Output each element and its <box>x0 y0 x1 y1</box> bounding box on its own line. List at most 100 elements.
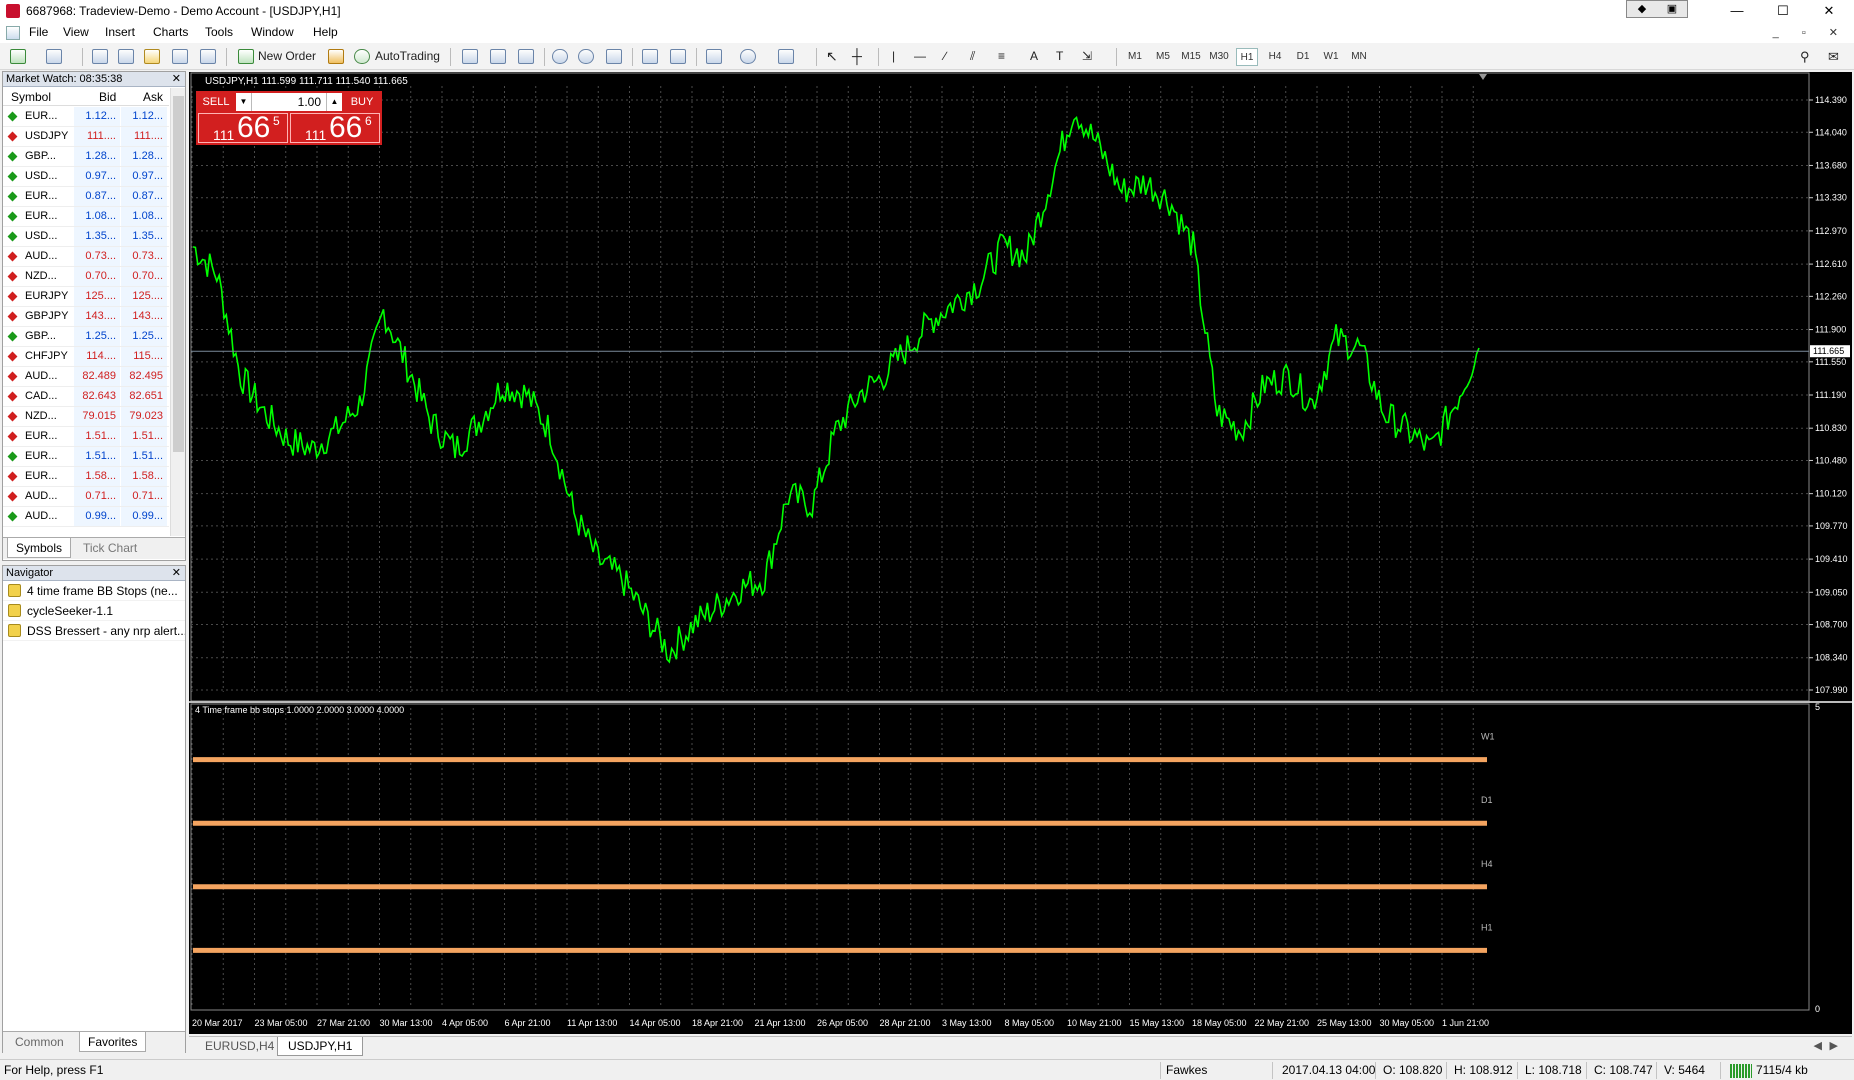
terminal-icon[interactable] <box>172 49 188 64</box>
scroll-thumb[interactable] <box>173 96 184 452</box>
market-watch-row[interactable]: USD... 0.97... 0.97... <box>3 167 169 187</box>
close-icon[interactable]: ✕ <box>172 72 181 87</box>
candlestick-icon[interactable] <box>490 49 506 64</box>
navigator-item[interactable]: cycleSeeker-1.1 <box>3 601 185 621</box>
market-watch-icon[interactable] <box>92 49 108 64</box>
crosshair-icon[interactable]: ┼ <box>852 47 862 66</box>
market-watch-row[interactable]: GBP... 1.25... 1.25... <box>3 327 169 347</box>
connection-status-icon[interactable] <box>1730 1064 1752 1078</box>
column-bid[interactable]: Bid <box>99 90 116 104</box>
text-label-icon[interactable]: T <box>1056 47 1063 66</box>
sell-price[interactable]: 111 66 5 <box>198 111 288 144</box>
chart-tab-eurusd[interactable]: EURUSD,H4 <box>195 1037 284 1056</box>
market-watch-row[interactable]: NZD... 79.015 79.023 <box>3 407 169 427</box>
chart-menu-icon[interactable] <box>6 26 20 40</box>
market-watch-row[interactable]: USD... 1.35... 1.35... <box>3 227 169 247</box>
maximize-button[interactable]: ☐ <box>1760 0 1806 22</box>
cursor-icon[interactable]: ↖ <box>826 47 838 66</box>
navigator-item[interactable]: 4 time frame BB Stops (ne... <box>3 581 185 601</box>
tf-h1[interactable]: H1 <box>1236 48 1258 66</box>
tab-tick-chart[interactable]: Tick Chart <box>75 538 145 558</box>
market-watch-row[interactable]: USDJPY 111.... 111.... <box>3 127 169 147</box>
minimize-button[interactable]: — <box>1714 0 1760 22</box>
menu-help[interactable]: Help <box>313 25 338 39</box>
tab-scroll-right-icon[interactable]: ▶ <box>1830 1039 1838 1052</box>
market-watch-row[interactable]: NZD... 0.70... 0.70... <box>3 267 169 287</box>
column-symbol[interactable]: Symbol <box>11 90 51 104</box>
tf-h4[interactable]: H4 <box>1264 48 1286 66</box>
zoom-out-icon[interactable] <box>578 49 594 64</box>
market-watch-row[interactable]: GBP... 1.28... 1.28... <box>3 147 169 167</box>
market-watch-row[interactable]: EUR... 1.08... 1.08... <box>3 207 169 227</box>
chart-shift-icon[interactable] <box>670 49 686 64</box>
navigator-item[interactable]: DSS Bressert - any nrp alert... <box>3 621 185 641</box>
tf-m30[interactable]: M30 <box>1208 48 1230 66</box>
restore-panel-icon[interactable]: ▣ <box>1657 1 1687 17</box>
lot-size-field[interactable]: ▼ 1.00 ▲ <box>236 93 342 111</box>
market-watch-row[interactable]: AUD... 0.73... 0.73... <box>3 247 169 267</box>
arrows-icon[interactable]: ⇲ <box>1082 47 1092 66</box>
market-watch-row[interactable]: EUR... 1.51... 1.51... <box>3 427 169 447</box>
buy-button[interactable]: BUY <box>344 93 380 111</box>
market-watch-row[interactable]: EUR... 0.87... 0.87... <box>3 187 169 207</box>
resize-icon[interactable]: ◆ <box>1627 1 1657 17</box>
tf-w1[interactable]: W1 <box>1320 48 1342 66</box>
close-button[interactable]: ✕ <box>1806 0 1852 22</box>
tab-favorites[interactable]: Favorites <box>79 1032 147 1052</box>
market-watch-row[interactable]: CHFJPY 114.... 115.... <box>3 347 169 367</box>
tf-d1[interactable]: D1 <box>1292 48 1314 66</box>
indicators-icon[interactable] <box>706 49 722 64</box>
search-icon[interactable]: ⚲ <box>1800 47 1810 66</box>
tf-m15[interactable]: M15 <box>1180 48 1202 66</box>
strategy-tester-icon[interactable] <box>200 49 216 64</box>
periods-icon[interactable] <box>740 49 756 64</box>
tf-mn[interactable]: MN <box>1348 48 1370 66</box>
equidistant-channel-icon[interactable]: ⫽ <box>970 47 975 66</box>
text-icon[interactable]: A <box>1030 47 1038 66</box>
new-chart-icon[interactable] <box>10 49 26 64</box>
buy-price[interactable]: 111 66 6 <box>290 111 380 144</box>
new-order-button[interactable]: New Order <box>258 47 316 66</box>
fibonacci-icon[interactable]: ≡ <box>998 47 1005 66</box>
market-watch-row[interactable]: AUD... 82.489 82.495 <box>3 367 169 387</box>
navigator-icon[interactable] <box>144 49 160 64</box>
market-watch-row[interactable]: GBPJPY 143.... 143.... <box>3 307 169 327</box>
tile-windows-icon[interactable] <box>606 49 622 64</box>
templates-icon[interactable] <box>778 49 794 64</box>
lot-increase-icon[interactable]: ▲ <box>326 93 342 111</box>
autotrading-button[interactable]: AutoTrading <box>375 47 440 66</box>
menu-file[interactable]: File <box>29 25 48 39</box>
menu-view[interactable]: View <box>63 25 89 39</box>
menu-tools[interactable]: Tools <box>205 25 233 39</box>
meta-editor-icon[interactable] <box>328 49 344 64</box>
market-watch-row[interactable]: EUR... 1.12... 1.12... <box>3 107 169 127</box>
tab-symbols[interactable]: Symbols <box>7 538 72 558</box>
zoom-in-icon[interactable] <box>552 49 568 64</box>
market-watch-row[interactable]: EURJPY 125.... 125.... <box>3 287 169 307</box>
menu-window[interactable]: Window <box>251 25 294 39</box>
market-watch-row[interactable]: EUR... 1.58... 1.58... <box>3 467 169 487</box>
vertical-line-icon[interactable]: | <box>892 47 895 66</box>
menu-charts[interactable]: Charts <box>153 25 188 39</box>
market-watch-row[interactable]: EUR... 1.51... 1.51... <box>3 447 169 467</box>
close-icon[interactable]: ✕ <box>172 566 181 581</box>
chat-icon[interactable]: ✉ <box>1828 47 1839 66</box>
chart-window[interactable]: 114.390 114.040 113.680 113.330 112.970 112.6… <box>189 72 1852 1034</box>
mdi-controls[interactable]: _ ▫ ✕ <box>1773 26 1848 39</box>
market-watch-row[interactable]: AUD... 0.99... 0.99... <box>3 507 169 527</box>
profiles-icon[interactable] <box>46 49 62 64</box>
trendline-icon[interactable]: ∕ <box>944 47 946 66</box>
window-extra-buttons[interactable]: ◆ ▣ <box>1626 0 1688 18</box>
lot-size-value[interactable]: 1.00 <box>253 93 323 111</box>
tf-m1[interactable]: M1 <box>1124 48 1146 66</box>
line-chart-icon[interactable] <box>518 49 534 64</box>
data-window-icon[interactable] <box>118 49 134 64</box>
horizontal-line-icon[interactable]: — <box>914 47 926 66</box>
lot-decrease-icon[interactable]: ▼ <box>236 93 252 111</box>
bar-chart-icon[interactable] <box>462 49 478 64</box>
market-watch-scrollbar[interactable] <box>170 88 185 536</box>
market-watch-row[interactable]: AUD... 0.71... 0.71... <box>3 487 169 507</box>
column-ask[interactable]: Ask <box>143 90 163 104</box>
tf-m5[interactable]: M5 <box>1152 48 1174 66</box>
tab-scroll-left-icon[interactable]: ◀ <box>1814 1039 1822 1052</box>
